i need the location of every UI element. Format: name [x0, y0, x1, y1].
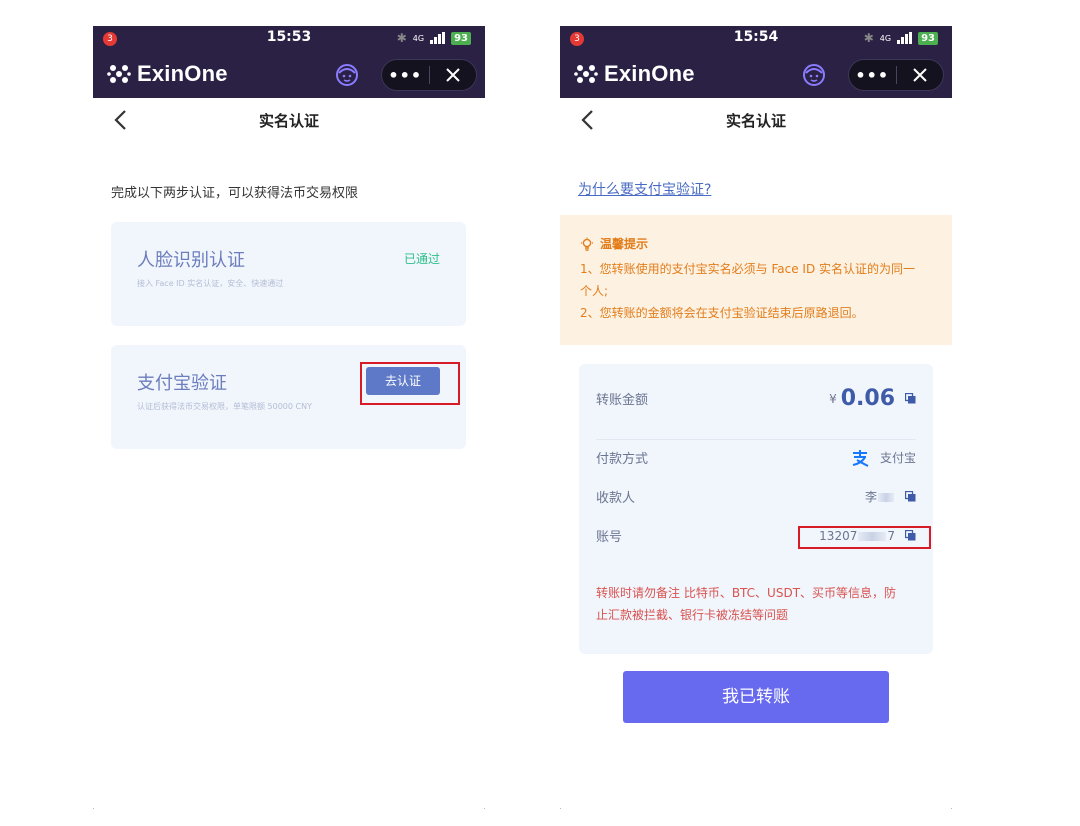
face-id-title: 人脸识别认证	[137, 250, 245, 271]
bluetooth-icon: ✱	[396, 31, 407, 45]
corner-mark	[93, 808, 94, 809]
exinone-logo-icon	[574, 65, 598, 83]
signal-icon	[430, 32, 446, 44]
tips-panel: 温馨提示 1、您转账使用的支付宝实名必须与 Face ID 实名认证的为同一 个…	[560, 215, 952, 345]
amount-value-group: ¥ 0.06	[829, 386, 916, 411]
app-title: ExinOne	[604, 61, 695, 86]
app-title: ExinOne	[137, 61, 228, 86]
transfer-details-card: 转账金额 ¥ 0.06 付款方式 支付宝 收款人 李 账号 13207 7 转账…	[579, 364, 933, 654]
page-title: 实名认证	[258, 112, 319, 130]
nav-bar: 实名认证	[560, 98, 952, 142]
status-indicators: ✱ 4G 93	[397, 31, 471, 45]
tips-line-1: 1、您转账使用的支付宝实名必须与 Face ID 实名认证的为同一	[580, 262, 915, 276]
tips-header: 温馨提示	[580, 235, 932, 252]
amount-row: 转账金额 ¥ 0.06	[596, 386, 916, 411]
more-icon[interactable]: •••	[849, 66, 896, 85]
app-header: ExinOne •••	[560, 52, 952, 98]
more-icon[interactable]: •••	[382, 66, 429, 85]
confirm-transferred-button[interactable]: 我已转账	[623, 671, 889, 723]
payee-row: 收款人 李	[596, 487, 916, 506]
currency-symbol: ¥	[829, 391, 837, 406]
battery-icon: 93	[918, 31, 938, 45]
row-divider	[596, 439, 916, 440]
corner-mark	[484, 808, 485, 809]
support-face-icon[interactable]	[335, 63, 359, 87]
corner-mark	[560, 808, 561, 809]
corner-mark	[951, 808, 952, 809]
payee-label: 收款人	[596, 491, 636, 506]
face-id-desc: 接入 Face ID 实名认证，安全、快速通过	[137, 279, 284, 288]
amount-value: 0.06	[840, 386, 895, 411]
tips-title: 温馨提示	[600, 237, 649, 251]
warning-line-1: 转账时请勿备注 比特币、BTC、USDT、买币等信息，防	[596, 586, 897, 600]
payment-method-value: 支付宝	[879, 451, 916, 465]
copy-icon[interactable]	[905, 491, 916, 502]
close-icon[interactable]	[430, 67, 477, 83]
tips-line-2: 个人;	[580, 284, 609, 298]
nav-bar: 实名认证	[93, 98, 485, 142]
account-label: 账号	[596, 530, 623, 545]
alipay-icon	[852, 449, 869, 467]
tips-line-3: 2、您转账的金额将会在支付宝验证结束后原路退回。	[580, 306, 864, 320]
miniapp-capsule: •••	[381, 59, 477, 91]
lightbulb-icon	[581, 237, 593, 251]
alipay-desc: 认证后获得法币交易权限，单笔限额 50000 CNY	[137, 402, 312, 411]
phone-screen-right: 3 15:54 ✱ 4G 93 ExinOne ••• 实名认证 为什么要支付宝…	[560, 26, 952, 816]
highlight-box-account	[798, 526, 931, 549]
battery-icon: 93	[451, 31, 471, 45]
payment-method-row: 付款方式 支付宝	[596, 448, 916, 467]
bluetooth-icon: ✱	[863, 31, 874, 45]
why-alipay-link[interactable]: 为什么要支付宝验证?	[578, 179, 711, 199]
page-title: 实名认证	[725, 112, 786, 130]
redacted-blur	[878, 493, 894, 502]
close-icon[interactable]	[897, 67, 944, 83]
payee-name-prefix: 李	[864, 490, 877, 504]
status-bar: 3 15:54 ✱ 4G 93	[560, 26, 952, 52]
app-logo: ExinOne	[107, 61, 228, 87]
copy-icon[interactable]	[905, 393, 916, 404]
transfer-warning: 转账时请勿备注 比特币、BTC、USDT、买币等信息，防 止汇款被拦截、银行卡被…	[596, 582, 916, 626]
network-type: 4G	[879, 33, 892, 43]
status-bar: 3 15:53 ✱ 4G 93	[93, 26, 485, 52]
payee-value: 李	[865, 488, 895, 505]
highlight-box-verify	[360, 362, 460, 405]
face-id-card: 人脸识别认证 接入 Face ID 实名认证，安全、快速通过 已通过	[111, 222, 466, 326]
payment-method-label: 付款方式	[596, 452, 649, 467]
alipay-title: 支付宝验证	[137, 373, 227, 394]
phone-screen-left: 3 15:53 ✱ 4G 93 ExinOne ••• 实名认证 完成以下两步认…	[93, 26, 485, 816]
miniapp-capsule: •••	[848, 59, 944, 91]
signal-icon	[897, 32, 913, 44]
intro-text: 完成以下两步认证，可以获得法币交易权限	[111, 186, 359, 201]
warning-line-2: 止汇款被拦截、银行卡被冻结等问题	[596, 608, 789, 622]
support-face-icon[interactable]	[802, 63, 826, 87]
amount-label: 转账金额	[596, 393, 649, 408]
exinone-logo-icon	[107, 65, 131, 83]
payee-value-group: 李	[865, 488, 916, 505]
app-logo: ExinOne	[574, 61, 695, 87]
status-indicators: ✱ 4G 93	[864, 31, 938, 45]
face-id-status-badge: 已通过	[403, 252, 440, 266]
app-header: ExinOne •••	[93, 52, 485, 98]
payment-method-value-group: 支付宝	[850, 449, 916, 467]
network-type: 4G	[412, 33, 425, 43]
